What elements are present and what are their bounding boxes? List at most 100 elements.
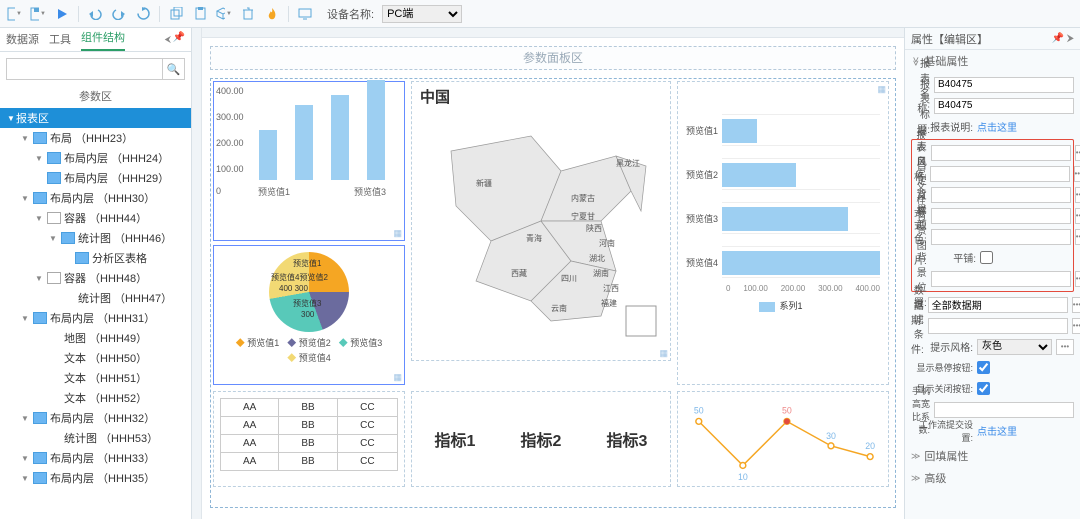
custom-style-input[interactable] — [930, 166, 1070, 182]
tree-node[interactable]: ▼统计图 （HHH46） — [0, 228, 191, 248]
table-cell: BB — [279, 435, 337, 453]
tree-node[interactable]: 地图 （HHH49） — [0, 328, 191, 348]
more-button[interactable]: ••• — [1075, 229, 1080, 245]
flame-icon[interactable] — [264, 6, 280, 22]
delete-icon[interactable] — [240, 6, 256, 22]
widget-handle-icon[interactable]: ▦ — [393, 228, 402, 239]
widget-bar-chart[interactable]: 400.00 300.00 200.00 100.00 0 预览值1预览值3 ▦ — [213, 81, 405, 241]
new-icon[interactable]: ▼ — [6, 6, 22, 22]
save-icon[interactable]: ▼ — [30, 6, 46, 22]
bg-color-input[interactable] — [931, 208, 1071, 224]
param-panel[interactable]: 参数面板区 — [210, 46, 896, 70]
more-button[interactable]: ••• — [1075, 208, 1080, 224]
more-button[interactable]: ••• — [1056, 339, 1074, 355]
widget-pie-chart[interactable]: 预览值1 预览值4预览值2 400 300 预览值3 300 预览值1预览值2 … — [213, 245, 405, 385]
screen-icon[interactable] — [297, 6, 313, 22]
widget-handle-icon[interactable]: ▦ — [877, 84, 886, 383]
tab-tools[interactable]: 工具 — [49, 31, 71, 51]
tile-checkbox[interactable] — [980, 251, 993, 264]
tree-node[interactable]: 文本 （HHH50） — [0, 348, 191, 368]
tree-node[interactable]: 文本 （HHH52） — [0, 388, 191, 408]
section-fill[interactable]: 回填属性 — [905, 445, 1080, 467]
bg-pos-input[interactable] — [931, 271, 1071, 287]
report-title-input[interactable] — [934, 98, 1074, 114]
table-cell: CC — [337, 417, 397, 435]
tree-node[interactable]: ▼布局内层 （HHH35） — [0, 468, 191, 488]
tree-node[interactable]: ▼布局 （HHH23） — [0, 128, 191, 148]
more-button[interactable]: ••• — [1075, 145, 1080, 161]
more-button[interactable]: ••• — [1072, 297, 1080, 313]
map-title: 中国 — [412, 82, 670, 111]
more-button[interactable]: ••• — [1074, 166, 1080, 182]
widget-map[interactable]: 中国 新疆内蒙古 青海西藏 四川云南 黑龙江 — [411, 81, 671, 361]
pin-icon[interactable]: 📌 ⮞ — [1052, 33, 1074, 44]
tree-node[interactable]: ▼布局内层 （HHH33） — [0, 448, 191, 468]
properties-panel: 属性【编辑区】📌 ⮞ 基础属性 报表名称: 报表标题: 报表说明:点击这里 报表… — [904, 28, 1080, 519]
more-button[interactable]: ••• — [1075, 271, 1080, 287]
undo-icon[interactable] — [87, 6, 103, 22]
data-period-input[interactable] — [928, 297, 1068, 313]
report-name-input[interactable] — [934, 77, 1074, 93]
refresh-icon[interactable] — [135, 6, 151, 22]
widget-hbar-chart[interactable]: 预览值1 预览值2 预览值3 预览值4 0100.00200.00300.004… — [677, 81, 889, 385]
aspect-input[interactable] — [934, 402, 1074, 418]
svg-text:20: 20 — [865, 441, 875, 451]
svg-text:湖北: 湖北 — [589, 254, 605, 263]
search-input[interactable] — [7, 59, 162, 79]
widget-sparkline[interactable]: 5010503020 — [677, 391, 889, 487]
tree-node[interactable]: ▼布局内层 （HHH31） — [0, 308, 191, 328]
table-cell: AA — [221, 435, 279, 453]
indicator-2: 指标2 — [521, 427, 562, 451]
more-button[interactable]: ••• — [1072, 318, 1080, 334]
device-select[interactable]: PC端 — [382, 5, 462, 23]
tree-node-report-root[interactable]: ▼报表区 — [0, 108, 191, 128]
copy-icon[interactable] — [168, 6, 184, 22]
tab-components[interactable]: 组件结构 — [81, 29, 125, 51]
report-desc-link[interactable]: 点击这里 — [977, 119, 1017, 134]
tree-node[interactable]: ▼布局内层 （HHH32） — [0, 408, 191, 428]
svg-text:黑龙江: 黑龙江 — [616, 158, 640, 168]
filter-input[interactable] — [928, 318, 1068, 334]
tree-section-param[interactable]: 参数区 — [0, 86, 191, 108]
dashboard-container: 400.00 300.00 200.00 100.00 0 预览值1预览值3 ▦ — [210, 78, 896, 508]
properties-title: 属性【编辑区】📌 ⮞ — [905, 28, 1080, 50]
cube-icon[interactable]: ▼ — [216, 6, 232, 22]
tree-node[interactable]: ▼布局内层 （HHH24） — [0, 148, 191, 168]
more-button[interactable]: ••• — [1075, 187, 1080, 203]
show-hover-checkbox[interactable] — [977, 361, 990, 374]
tab-datasource[interactable]: 数据源 — [6, 31, 39, 51]
svg-text:新疆: 新疆 — [476, 178, 492, 188]
play-icon[interactable] — [54, 6, 70, 22]
widget-handle-icon[interactable]: ▦ — [659, 348, 668, 359]
tree-node[interactable]: 布局内层 （HHH29） — [0, 168, 191, 188]
search-icon[interactable]: 🔍 — [162, 59, 184, 79]
canvas-area: 参数面板区 400.00 300.00 200.00 100.00 0 预览值1… — [202, 28, 904, 519]
widget-indicators[interactable]: 指标1 指标2 指标3 — [411, 391, 671, 487]
paste-icon[interactable] — [192, 6, 208, 22]
svg-text:青海: 青海 — [526, 233, 542, 243]
workflow-link[interactable]: 点击这里 — [977, 423, 1017, 438]
tree-node[interactable]: ▼容器 （HHH48） — [0, 268, 191, 288]
tree-node[interactable]: 分析区表格 — [0, 248, 191, 268]
tree-node[interactable]: ▼容器 （HHH44） — [0, 208, 191, 228]
tree-node[interactable]: 统计图 （HHH47） — [0, 288, 191, 308]
redo-icon[interactable] — [111, 6, 127, 22]
tree-node[interactable]: 统计图 （HHH53） — [0, 428, 191, 448]
self-style-input[interactable] — [931, 187, 1071, 203]
show-close-checkbox[interactable] — [977, 382, 990, 395]
table-cell: BB — [279, 417, 337, 435]
hint-style-select[interactable]: 灰色 — [977, 339, 1052, 355]
tree-node[interactable]: 文本 （HHH51） — [0, 368, 191, 388]
pin-icon[interactable]: 📌 — [173, 32, 185, 47]
tree-node[interactable]: ▼布局内层 （HHH30） — [0, 188, 191, 208]
report-style-input[interactable] — [931, 145, 1071, 161]
table-cell: CC — [337, 453, 397, 471]
widget-handle-icon[interactable]: ▦ — [393, 372, 402, 383]
collapse-icon[interactable]: ⮜ — [165, 34, 171, 49]
section-advanced[interactable]: 高级 — [905, 467, 1080, 489]
bg-image-input[interactable] — [931, 229, 1071, 245]
table-cell: AA — [221, 417, 279, 435]
widget-table[interactable]: AABBCCAABBCCAABBCCAABBCC — [213, 391, 405, 487]
section-basic[interactable]: 基础属性 — [905, 50, 1080, 72]
device-label: 设备名称: — [327, 6, 374, 22]
